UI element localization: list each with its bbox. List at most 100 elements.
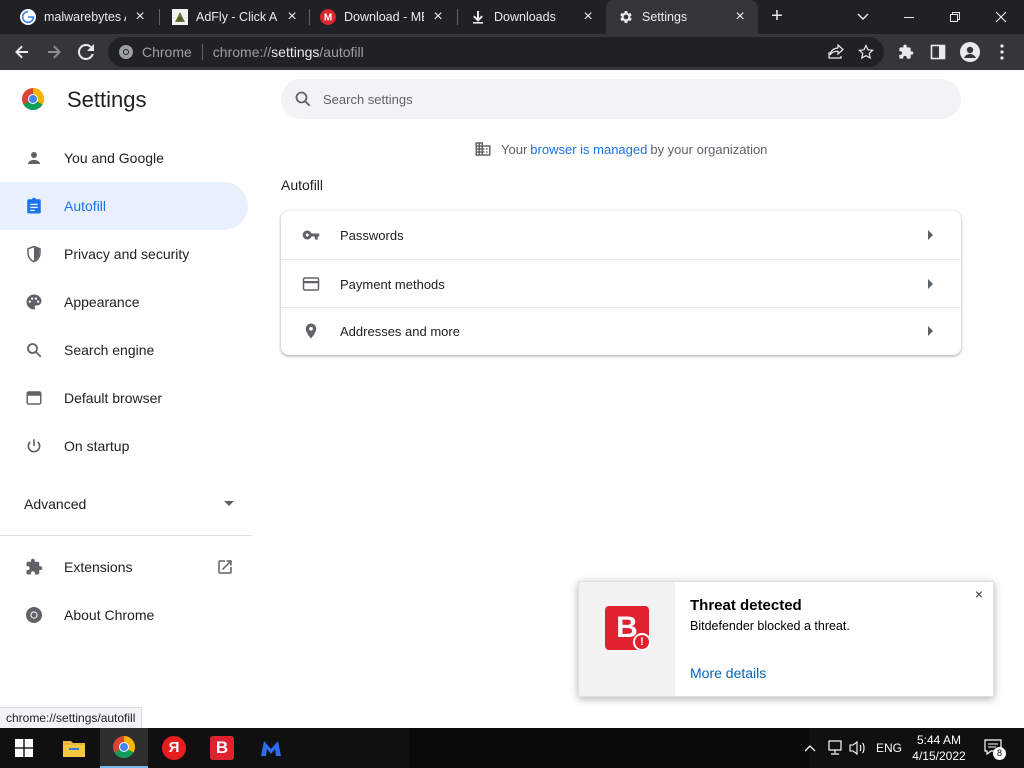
profile-button[interactable] xyxy=(956,38,984,66)
close-icon[interactable]: × xyxy=(284,9,300,25)
menu-button[interactable] xyxy=(988,38,1016,66)
tab-settings[interactable]: Settings × xyxy=(606,0,758,34)
close-icon[interactable]: × xyxy=(971,586,987,602)
network-icon[interactable] xyxy=(826,728,844,768)
dropdown-arrow-icon xyxy=(224,501,234,506)
url-scheme: chrome:// xyxy=(212,44,272,60)
close-icon[interactable]: × xyxy=(430,9,446,25)
bookmark-star-icon[interactable] xyxy=(858,44,874,65)
side-panel-icon xyxy=(930,44,946,60)
sidebar-item-default-browser[interactable]: Default browser xyxy=(0,374,248,422)
taskbar-empty-area xyxy=(410,728,810,768)
share-icon[interactable] xyxy=(828,43,844,65)
screen: malwarebytes A × AdFly - Click All × M D… xyxy=(0,0,1024,768)
new-tab-button[interactable]: + xyxy=(766,6,788,28)
more-details-link[interactable]: More details xyxy=(690,665,766,681)
passwords-row[interactable]: Passwords xyxy=(281,211,961,259)
toast-icon-panel: B ! xyxy=(579,582,675,696)
sidebar-item-on-startup[interactable]: On startup xyxy=(0,422,248,470)
person-icon xyxy=(24,148,44,168)
sidebar-item-you-and-google[interactable]: You and Google xyxy=(0,134,248,182)
minimize-button[interactable] xyxy=(886,0,932,34)
url-text: chrome://settings/autofill xyxy=(213,44,364,60)
language-indicator[interactable]: ENG xyxy=(876,728,902,768)
side-panel-button[interactable] xyxy=(924,38,952,66)
sidebar-item-privacy[interactable]: Privacy and security xyxy=(0,230,248,278)
mega-icon: M xyxy=(320,9,336,25)
key-icon xyxy=(301,225,321,245)
sidebar-item-label: Default browser xyxy=(64,390,163,406)
tab-adfly[interactable]: AdFly - Click All × xyxy=(160,0,310,34)
tab-search-button[interactable] xyxy=(840,0,886,34)
notification-icon: 8 xyxy=(984,739,1006,760)
puzzle-icon xyxy=(24,557,44,577)
bitdefender-button[interactable]: B xyxy=(198,728,246,768)
address-bar[interactable]: Chrome chrome://settings/autofill xyxy=(108,37,884,67)
toast-message: Bitdefender blocked a threat. xyxy=(690,619,850,633)
restore-button[interactable] xyxy=(932,0,978,34)
tab-strip: malwarebytes A × AdFly - Click All × M D… xyxy=(0,0,1024,34)
back-arrow-icon xyxy=(15,45,28,59)
search-settings-field[interactable]: Search settings xyxy=(281,79,961,119)
advanced-toggle[interactable]: Advanced xyxy=(24,494,234,514)
row-label: Passwords xyxy=(340,227,404,243)
payment-methods-row[interactable]: Payment methods xyxy=(281,260,961,308)
chevron-up-icon xyxy=(804,745,816,752)
forward-arrow-icon xyxy=(48,45,61,59)
tab-mega[interactable]: M Download - ME × xyxy=(308,0,456,34)
volume-icon[interactable] xyxy=(849,728,867,768)
back-button[interactable] xyxy=(8,38,36,66)
tab-downloads[interactable]: Downloads × xyxy=(458,0,606,34)
open-in-new-icon xyxy=(216,558,234,579)
url-path: /autofill xyxy=(319,44,364,60)
close-icon[interactable]: × xyxy=(732,9,748,25)
adfly-icon xyxy=(172,9,188,25)
chevron-right-icon xyxy=(928,230,933,240)
shield-icon xyxy=(24,244,44,264)
avatar-icon xyxy=(960,42,980,62)
chrome-taskbar-button[interactable] xyxy=(100,728,148,768)
managed-suffix: by your organization xyxy=(650,141,768,157)
tab-title: Settings xyxy=(642,10,688,24)
addresses-row[interactable]: Addresses and more xyxy=(281,307,961,355)
chrome-logo-icon xyxy=(22,88,44,115)
bitdefender-notification[interactable]: B ! Threat detected Bitdefender blocked … xyxy=(578,581,994,697)
managed-link[interactable]: browser is managed xyxy=(530,142,647,157)
reload-icon xyxy=(78,44,94,60)
sidebar-item-label: You and Google xyxy=(64,150,164,166)
chevron-right-icon xyxy=(928,326,933,336)
action-center-button[interactable]: 8 xyxy=(984,728,1006,768)
sidebar-item-label: Extensions xyxy=(64,559,133,575)
forward-button[interactable] xyxy=(40,38,68,66)
advanced-label: Advanced xyxy=(24,496,87,512)
sidebar-item-label: Autofill xyxy=(64,198,107,214)
toolbar: Chrome chrome://settings/autofill xyxy=(0,34,1024,70)
reload-button[interactable] xyxy=(72,38,100,66)
extensions-button[interactable] xyxy=(892,38,920,66)
download-icon xyxy=(470,9,486,25)
malwarebytes-button[interactable] xyxy=(247,728,295,768)
taskbar: Я B ENG 5:44 AM 4/15/2022 8 xyxy=(0,728,1024,768)
close-icon[interactable]: × xyxy=(132,9,148,25)
chrome-icon xyxy=(113,736,135,758)
chrome-icon xyxy=(119,45,133,59)
sidebar-item-extensions[interactable]: Extensions xyxy=(0,543,248,591)
file-explorer-button[interactable] xyxy=(50,728,98,768)
sidebar-item-autofill[interactable]: Autofill xyxy=(0,182,248,230)
close-window-button[interactable] xyxy=(978,0,1024,34)
google-icon xyxy=(20,9,36,25)
sidebar-item-search-engine[interactable]: Search engine xyxy=(0,326,248,374)
yandex-button[interactable]: Я xyxy=(150,728,198,768)
url-host: settings xyxy=(271,44,320,60)
system-clock[interactable]: 5:44 AM 4/15/2022 xyxy=(906,732,972,764)
chevron-right-icon xyxy=(928,279,933,289)
chevron-down-icon xyxy=(857,13,869,20)
tab-malwarebytes[interactable]: malwarebytes A × xyxy=(8,0,158,34)
start-button[interactable] xyxy=(0,728,48,768)
close-icon[interactable]: × xyxy=(580,9,596,25)
browser-icon xyxy=(24,388,44,408)
sidebar-item-appearance[interactable]: Appearance xyxy=(0,278,248,326)
site-chip[interactable]: Chrome xyxy=(118,44,192,60)
sidebar-item-about-chrome[interactable]: About Chrome xyxy=(0,591,248,639)
show-hidden-icons[interactable] xyxy=(804,728,816,768)
